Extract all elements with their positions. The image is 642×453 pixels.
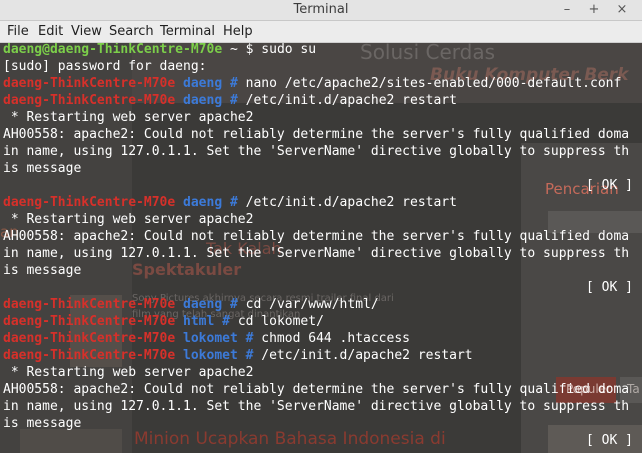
output-line: * Restarting web server apache2 xyxy=(3,110,254,125)
output-line: [sudo] password for daeng: xyxy=(3,59,207,74)
prompt-tail: ~ $ xyxy=(222,43,262,57)
output-line: in name, using 127.0.1.1. Set the 'Serve… xyxy=(3,246,630,261)
command-text: cd lokomet/ xyxy=(237,314,324,329)
output-line: AH00558: apache2: Could not reliably det… xyxy=(3,229,630,244)
user-prompt-line: daeng@daeng-ThinkCentre-M70e ~ $ sudo su xyxy=(3,43,629,58)
prompt-directory: daeng # xyxy=(175,195,246,210)
root-hostname: daeng-ThinkCentre-M70e xyxy=(3,331,176,346)
root-hostname: daeng-ThinkCentre-M70e xyxy=(3,314,176,329)
menu-edit[interactable]: Edit xyxy=(36,21,65,42)
command-text: nano /etc/apache2/sites-enabled/000-defa… xyxy=(245,76,622,91)
menu-help[interactable]: Help xyxy=(221,21,255,42)
root-prompt-line: daeng-ThinkCentre-M70e lokomet # chmod 6… xyxy=(3,330,629,347)
minimize-button[interactable]: – xyxy=(557,0,577,20)
prompt-directory: html # xyxy=(175,314,238,329)
root-hostname: daeng-ThinkCentre-M70e xyxy=(3,297,176,312)
command-text: sudo su xyxy=(261,43,317,57)
root-prompt-line: daeng-ThinkCentre-M70e lokomet # /etc/in… xyxy=(3,347,629,364)
prompt-directory: lokomet # xyxy=(175,348,262,363)
prompt-directory: lokomet # xyxy=(175,331,262,346)
maximize-button[interactable]: + xyxy=(584,0,604,20)
terminal-area[interactable]: Solusi Cerdas Buku Komputer Berk Pencari… xyxy=(0,43,642,453)
command-text: /etc/init.d/apache2 restart xyxy=(261,348,473,363)
root-prompt-line: daeng-ThinkCentre-M70e daeng # nano /etc… xyxy=(3,75,629,92)
prompt-directory: daeng # xyxy=(175,297,246,312)
command-text: chmod 644 .htaccess xyxy=(261,331,410,346)
title-bar[interactable]: Terminal – + × xyxy=(0,0,642,21)
prompt-directory: daeng # xyxy=(175,76,246,91)
menu-bar: File Edit View Search Terminal Help xyxy=(0,21,642,43)
user-prompt: daeng@daeng-ThinkCentre-M70e xyxy=(3,43,223,57)
close-button[interactable]: × xyxy=(612,0,632,20)
ok-status: [ OK ] xyxy=(586,433,633,448)
output-line: * Restarting web server apache2 xyxy=(3,365,254,380)
root-prompt-line: daeng-ThinkCentre-M70e daeng # /etc/init… xyxy=(3,194,629,211)
menu-terminal[interactable]: Terminal xyxy=(158,21,217,42)
menu-view[interactable]: View xyxy=(69,21,104,42)
output-line: AH00558: apache2: Could not reliably det… xyxy=(3,127,630,142)
menu-search[interactable]: Search xyxy=(107,21,156,42)
root-prompt-line: daeng-ThinkCentre-M70e daeng # /etc/init… xyxy=(3,92,629,109)
output-line: is message xyxy=(3,161,82,176)
output-line: * Restarting web server apache2 xyxy=(3,212,254,227)
output-line: is message xyxy=(3,263,82,278)
terminal-output: daeng@daeng-ThinkCentre-M70e ~ $ sudo su… xyxy=(3,43,629,449)
command-text: /etc/init.d/apache2 restart xyxy=(245,93,457,108)
root-prompt-line: daeng-ThinkCentre-M70e html # cd lokomet… xyxy=(3,313,629,330)
root-hostname: daeng-ThinkCentre-M70e xyxy=(3,195,176,210)
output-line: AH00558: apache2: Could not reliably det… xyxy=(3,382,630,397)
command-text: cd /var/www/html/ xyxy=(245,297,379,312)
ok-status: [ OK ] xyxy=(586,280,633,295)
ok-status: [ OK ] xyxy=(586,178,633,193)
window-title: Terminal xyxy=(293,2,349,17)
menu-file[interactable]: File xyxy=(5,21,31,42)
output-line: in name, using 127.0.1.1. Set the 'Serve… xyxy=(3,144,630,159)
command-text: /etc/init.d/apache2 restart xyxy=(245,195,457,210)
root-prompt-line: daeng-ThinkCentre-M70e daeng # cd /var/w… xyxy=(3,296,629,313)
prompt-directory: daeng # xyxy=(175,93,246,108)
output-line: is message xyxy=(3,416,82,431)
root-hostname: daeng-ThinkCentre-M70e xyxy=(3,76,176,91)
root-hostname: daeng-ThinkCentre-M70e xyxy=(3,93,176,108)
terminal-window: Terminal – + × File Edit View Search Ter… xyxy=(0,0,642,453)
output-line: in name, using 127.0.1.1. Set the 'Serve… xyxy=(3,399,630,414)
root-hostname: daeng-ThinkCentre-M70e xyxy=(3,348,176,363)
